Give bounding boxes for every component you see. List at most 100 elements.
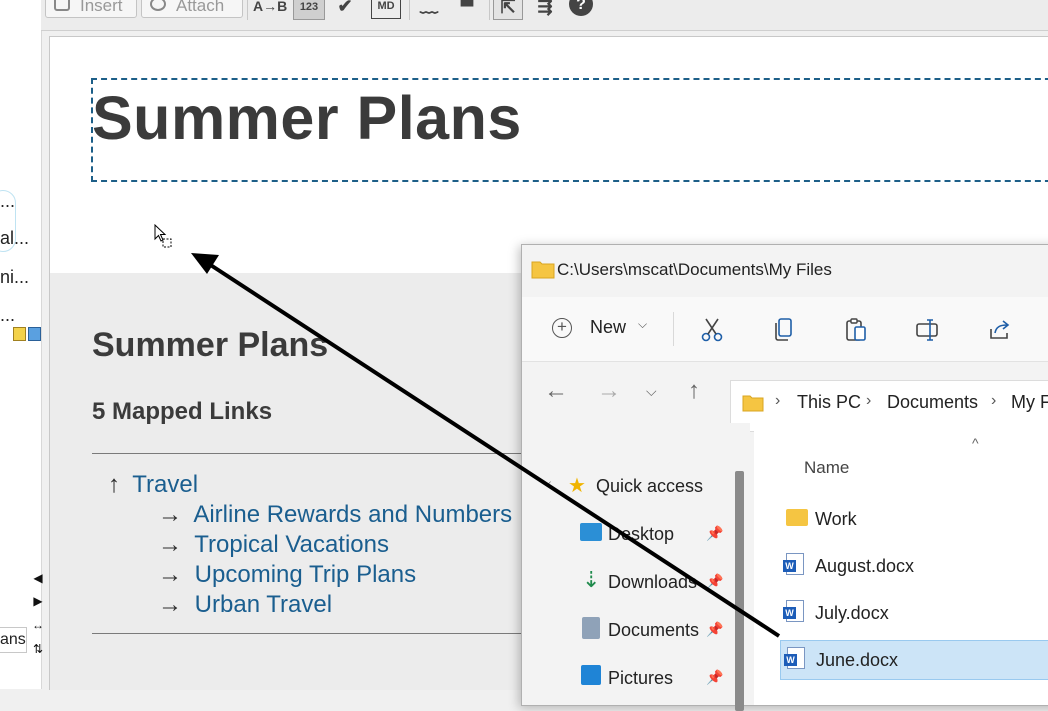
preview-title: Summer Plans bbox=[92, 326, 329, 364]
right-arrow-icon: → bbox=[158, 501, 182, 528]
link-airline-rewards[interactable]: Airline Rewards and Numbers bbox=[193, 501, 512, 528]
cut-icon[interactable] bbox=[699, 317, 725, 343]
insert-label: Insert bbox=[80, 0, 123, 15]
command-separator bbox=[673, 312, 674, 346]
outline-item[interactable]: ni... bbox=[0, 267, 29, 287]
breadcrumb-my-files[interactable]: My F bbox=[1011, 392, 1048, 413]
new-label: New bbox=[590, 317, 627, 337]
link-tropical-vacations[interactable]: Tropical Vacations bbox=[194, 531, 389, 558]
back-arrow-icon[interactable]: ← bbox=[544, 379, 568, 403]
pin-icon[interactable]: 📌 bbox=[706, 621, 723, 638]
file-row-august[interactable]: W August.docx bbox=[780, 547, 1048, 587]
collapse-left-icon[interactable]: ◀ bbox=[32, 570, 44, 586]
nav-desktop[interactable]: Desktop bbox=[608, 524, 674, 545]
note-icon bbox=[13, 327, 26, 341]
outline-item[interactable]: ... bbox=[0, 305, 15, 325]
export-icon[interactable]: ⇱ bbox=[493, 0, 523, 20]
new-button[interactable]: + New ⌵ bbox=[552, 317, 662, 347]
download-icon: ⇣ bbox=[582, 567, 601, 592]
chevron-right-icon: › bbox=[775, 392, 781, 409]
chevron-right-icon: › bbox=[991, 392, 997, 409]
pictures-icon bbox=[581, 665, 601, 685]
nav-downloads[interactable]: Downloads bbox=[608, 572, 697, 593]
breadcrumb-this-pc[interactable]: This PC bbox=[797, 392, 861, 413]
word-document-icon: W bbox=[783, 600, 804, 622]
desktop-icon bbox=[580, 523, 602, 541]
sort-ascending-icon[interactable]: ^ bbox=[972, 435, 979, 451]
insert-icon bbox=[54, 0, 70, 11]
pin-icon[interactable]: 📌 bbox=[706, 669, 723, 686]
forward-arrow-icon[interactable]: → bbox=[597, 379, 621, 403]
file-list: ^ Name Work W August.docx W July.docx W … bbox=[754, 423, 1048, 705]
pin-icon[interactable]: 📌 bbox=[706, 525, 723, 542]
toolbar-separator bbox=[409, 0, 410, 20]
copy-icon[interactable] bbox=[771, 317, 797, 343]
toolbar-separator bbox=[247, 0, 248, 20]
pin-icon[interactable]: 📌 bbox=[706, 573, 723, 590]
folder-icon bbox=[786, 509, 808, 526]
expand-right-icon[interactable]: ▶ bbox=[32, 593, 44, 609]
file-name: Work bbox=[815, 509, 857, 529]
share-icon[interactable] bbox=[987, 317, 1013, 343]
outline-item[interactable]: ... bbox=[0, 191, 15, 211]
breadcrumb-documents[interactable]: Documents bbox=[887, 392, 978, 413]
file-row-work[interactable]: Work bbox=[780, 500, 1048, 540]
star-icon: ★ bbox=[568, 475, 586, 497]
markdown-icon[interactable]: MD bbox=[371, 0, 401, 19]
nav-documents[interactable]: Documents bbox=[608, 620, 699, 641]
insert-button[interactable]: Insert bbox=[45, 0, 137, 18]
parent-link-row: ↑ Travel bbox=[108, 470, 198, 500]
navigation-pane: ⌵ ★ Quick access Desktop 📌 ⇣ Downloads 📌… bbox=[522, 423, 750, 711]
link-urban-travel[interactable]: Urban Travel bbox=[195, 591, 332, 618]
outline-item[interactable]: al... bbox=[0, 228, 29, 248]
check-icon[interactable]: ✔ bbox=[333, 0, 357, 18]
collapse-icon[interactable]: ⇶ bbox=[531, 0, 559, 18]
mustache-icon[interactable]: ﹏ bbox=[415, 0, 443, 18]
plus-icon: + bbox=[552, 318, 572, 338]
command-bar: + New ⌵ bbox=[522, 297, 1048, 362]
file-name: June.docx bbox=[816, 650, 899, 670]
paste-icon[interactable] bbox=[843, 317, 869, 343]
recent-chevron-icon[interactable]: ⌵ bbox=[646, 379, 657, 403]
child-link-row: → Urban Travel bbox=[158, 590, 332, 620]
up-arrow-icon[interactable]: ↑ bbox=[688, 379, 700, 403]
right-arrow-icon: → bbox=[158, 561, 182, 588]
child-link-row: → Tropical Vacations bbox=[158, 530, 389, 560]
link-upcoming-trip-plans[interactable]: Upcoming Trip Plans bbox=[195, 561, 416, 588]
rename-icon[interactable] bbox=[915, 317, 941, 343]
help-icon[interactable]: ? bbox=[569, 0, 593, 16]
page-title[interactable]: Summer Plans bbox=[92, 83, 522, 153]
word-document-icon: W bbox=[784, 647, 805, 669]
resize-horizontal-icon[interactable]: ↔ bbox=[32, 617, 44, 633]
child-link-row: → Upcoming Trip Plans bbox=[158, 560, 416, 590]
nav-pictures[interactable]: Pictures bbox=[608, 668, 673, 689]
drag-cursor-icon bbox=[154, 224, 172, 248]
folder-icon bbox=[742, 395, 764, 412]
column-header-name[interactable]: Name bbox=[804, 458, 849, 478]
right-arrow-icon: → bbox=[158, 591, 182, 618]
address-bar-row: ← → ⌵ ↑ › This PC › Documents › My F bbox=[522, 362, 1048, 432]
swap-icon[interactable]: ⇅ bbox=[32, 641, 44, 657]
numbered-icon[interactable]: 123 bbox=[293, 0, 325, 20]
window-title: C:\Users\mscat\Documents\My Files bbox=[557, 260, 832, 279]
file-row-july[interactable]: W July.docx bbox=[780, 594, 1048, 634]
toolbar-separator bbox=[489, 0, 490, 20]
file-name: August.docx bbox=[815, 556, 915, 576]
up-arrow-icon: ↑ bbox=[108, 471, 120, 498]
file-name: July.docx bbox=[815, 603, 889, 623]
link-travel[interactable]: Travel bbox=[132, 471, 198, 498]
file-row-june[interactable]: W June.docx bbox=[780, 640, 1048, 680]
outline-tab[interactable]: ans bbox=[0, 627, 27, 653]
child-link-row: → Airline Rewards and Numbers bbox=[158, 500, 512, 530]
attach-button[interactable]: Attach bbox=[141, 0, 243, 18]
nav-scrollbar[interactable] bbox=[735, 471, 744, 711]
expand-chevron-icon[interactable]: ⌵ bbox=[542, 475, 551, 490]
nav-quick-access[interactable]: Quick access bbox=[596, 476, 703, 497]
folder-icon bbox=[531, 261, 555, 279]
word-document-icon: W bbox=[783, 553, 804, 575]
editor-toolbar: Insert Attach A→B 123 ✔ MD ﹏ ▀ ⇱ ⇶ ? bbox=[41, 0, 1048, 31]
mapped-links-count: 5 Mapped Links bbox=[92, 398, 273, 425]
a-to-b-icon[interactable]: A→B bbox=[253, 0, 287, 18]
attach-label: Attach bbox=[176, 0, 225, 15]
print-icon[interactable]: ▀ bbox=[453, 0, 481, 18]
